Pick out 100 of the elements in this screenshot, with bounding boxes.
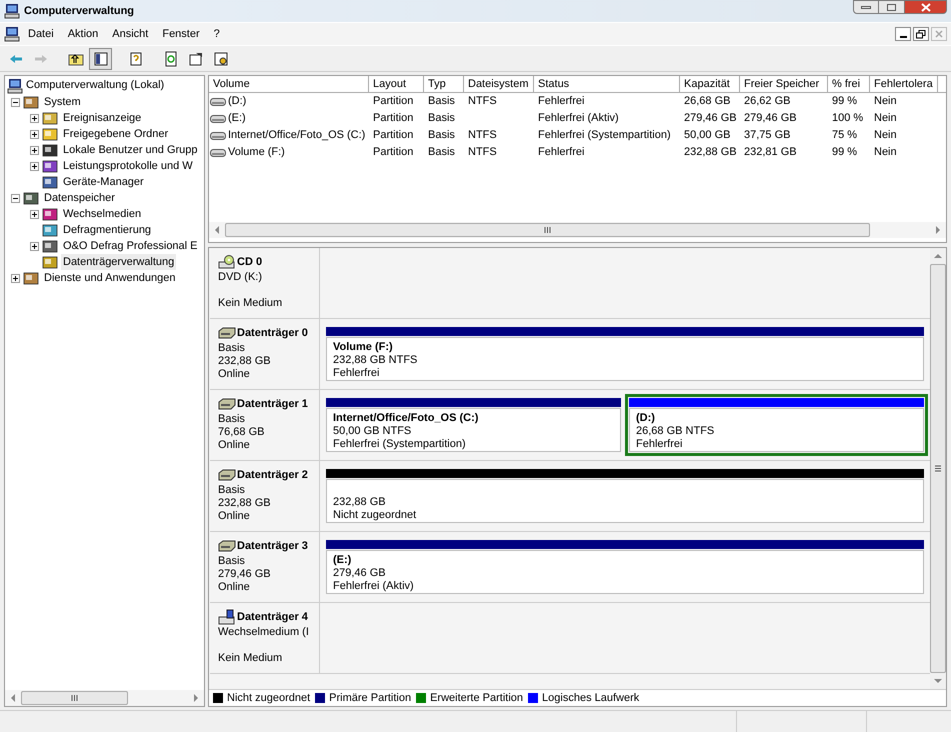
table-cell-text: Basis [428,128,455,144]
close-button[interactable] [905,0,947,14]
disk-info: Online [218,510,251,522]
table-cell-text: 26,62 GB [744,94,790,110]
partition-name: (D:) [636,412,656,425]
partition-name: (E:) [333,554,352,567]
tree-item[interactable]: O&O Defrag Professional E [61,238,200,254]
table-cell-text: Partition [373,128,414,144]
table-cell-text: Nein [874,94,897,110]
horizontal-scrollbar[interactable] [209,222,946,238]
tree-toggle-button[interactable] [89,48,112,70]
node-icon [42,126,58,142]
table-cell-text: (E:) [228,111,246,126]
tree-item[interactable]: Leistungsprotokolle und W [61,158,195,174]
refresh-icon [162,50,178,66]
disk-status: Kein Medium [218,296,284,310]
menu-item[interactable]: Datei [22,26,60,42]
computer-icon [7,78,23,94]
expand-icon[interactable] [11,274,20,282]
node-icon [42,238,58,254]
table-cell-text: Partition [373,145,414,160]
collapse-icon[interactable] [11,194,20,202]
table-cell-text: NTFS [468,128,497,144]
table-cell-text: Partition [373,94,414,110]
minimize-button[interactable] [853,0,879,14]
disk-info: Basis [218,412,246,426]
column-header[interactable]: Fehlertolera [870,76,938,92]
partition-info: Fehlerfrei [636,438,684,451]
expand-icon[interactable] [30,146,39,154]
expand-icon[interactable] [30,114,39,122]
disk-name: Datenträger 4 [237,610,308,625]
close-icon [920,2,930,12]
column-header[interactable]: Dateisystem [464,76,534,92]
tree-item[interactable]: Computerverwaltung (Lokal) [26,77,164,94]
column-header[interactable]: Layout [369,76,424,92]
column-header[interactable]: Volume [209,76,369,92]
menu-item[interactable]: ? [208,26,226,42]
expand-icon[interactable] [30,130,39,138]
tree-item[interactable]: Lokale Benutzer und Grupp [61,142,200,158]
scrollbar-thumb[interactable] [225,223,870,237]
table-cell-text: Internet/Office/Foto_OS (C:) [228,128,366,144]
triangle-right-icon [935,226,941,234]
removable-drive-icon [218,609,236,626]
partition-info: Fehlerfrei [333,367,380,380]
tree-item[interactable]: Ereignisanzeige [61,110,144,126]
partition-info: Fehlerfrei (Systempartition) [333,438,467,451]
column-header[interactable]: Typ [424,76,464,92]
table-cell-text: Fehlerfrei (Aktiv) [538,111,619,126]
table-cell-text: Fehlerfrei [538,94,584,110]
scrollbar-thumb[interactable] [21,691,128,705]
collapse-icon[interactable] [11,98,20,106]
tree-item[interactable]: Geräte-Manager [61,174,146,190]
column-header[interactable]: Kapazität [680,76,740,92]
tree-item[interactable]: Dienste und Anwendungen [42,270,178,286]
drive-icon [210,114,226,124]
expand-icon[interactable] [30,242,39,250]
tree-item[interactable]: Defragmentierung [61,222,154,238]
panel-icon [92,50,108,66]
column-header[interactable]: % frei [828,76,870,92]
node-icon [23,270,39,286]
table-cell-text: Nein [874,128,897,144]
disk-info: Basis [218,342,246,354]
grip-icon [544,227,551,233]
tree-item[interactable]: Wechselmedien [61,206,144,222]
close-icon [935,30,943,38]
expand-icon[interactable] [30,162,39,170]
triangle-up-icon [934,253,942,259]
maximize-button[interactable] [879,0,905,14]
mdi-restore-button[interactable] [913,27,929,41]
mdi-minimize-button[interactable] [895,27,911,41]
triangle-left-icon [10,694,16,702]
tree-item[interactable]: Freigegebene Ordner [61,126,170,142]
partition[interactable]: (D:) 26,68 GB NTFS Fehlerfrei [625,394,928,456]
menu-item[interactable]: Aktion [62,26,104,42]
legend-label: Primäre Partition [329,690,412,706]
tree-item[interactable]: Datenspeicher [42,190,117,206]
restore-icon [916,30,926,38]
tree-item[interactable]: System [42,94,83,110]
column-header[interactable]: Status [534,76,680,92]
disk-info: 76,68 GB [218,426,266,438]
menu-item[interactable]: Fenster [156,26,206,42]
table-cell-text: Volume (F:) [228,145,285,160]
table-cell-text: 37,75 GB [744,128,790,144]
app-icon [4,3,20,19]
menu-item[interactable]: Ansicht [106,26,154,42]
partition-info: 232,88 GB NTFS [333,354,418,367]
legend-label: Logisches Laufwerk [542,690,640,706]
table-cell-text: 99 % [832,145,858,160]
table-cell-text: Basis [428,111,455,126]
node-icon [42,158,58,174]
horizontal-scrollbar[interactable] [5,690,204,706]
column-header[interactable]: Freier Speicher [740,76,828,92]
disk-info: 232,88 GB [218,354,272,368]
cd-drive-icon [218,255,236,270]
disk-info: DVD (K:) [218,270,263,284]
table-cell-text: 232,81 GB [744,145,797,160]
table-cell-text: 26,68 GB [684,94,730,110]
tree-item[interactable]: Datenträgerverwaltung [61,254,176,270]
table-cell-text: 99 % [832,94,858,110]
expand-icon[interactable] [30,210,39,218]
